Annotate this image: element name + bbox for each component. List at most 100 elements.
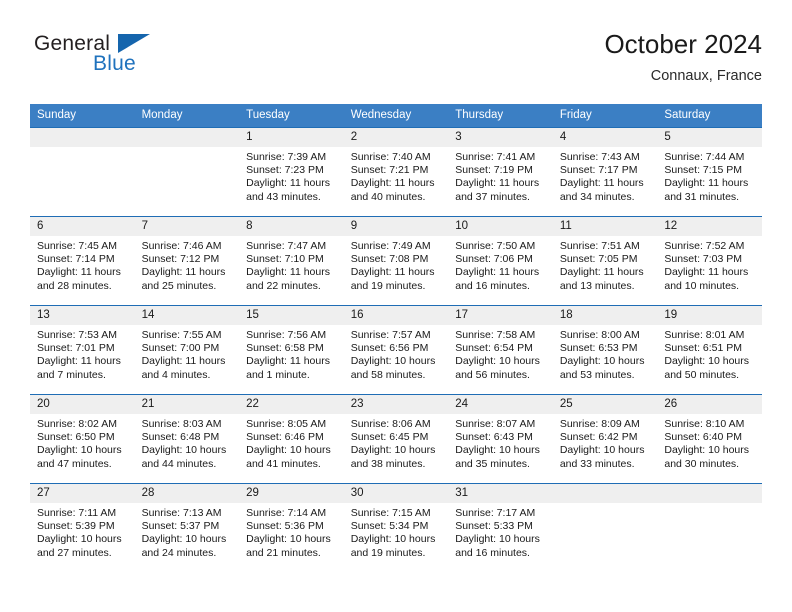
day-details: Sunrise: 8:03 AM Sunset: 6:48 PM Dayligh… xyxy=(135,414,240,471)
sunset-text: Sunset: 7:21 PM xyxy=(350,164,429,177)
day-number: 28 xyxy=(134,484,240,503)
day-details: Sunrise: 8:07 AM Sunset: 6:43 PM Dayligh… xyxy=(448,414,553,471)
day-cell[interactable]: 17 Sunrise: 7:58 AM Sunset: 6:54 PM Dayl… xyxy=(448,305,553,395)
day-cell[interactable]: 30 Sunrise: 7:15 AM Sunset: 5:34 PM Dayl… xyxy=(343,483,449,572)
day-cell[interactable]: 7 Sunrise: 7:46 AM Sunset: 7:12 PM Dayli… xyxy=(134,216,240,306)
daylight-text-line1: Daylight: 10 hours xyxy=(37,533,122,546)
sunrise-text: Sunrise: 7:50 AM xyxy=(455,240,536,252)
weekday-header-sunday: Sunday xyxy=(30,104,135,128)
sunset-text: Sunset: 7:19 PM xyxy=(455,164,533,177)
triangle-icon xyxy=(118,34,150,53)
day-cell[interactable]: 19 Sunrise: 8:01 AM Sunset: 6:51 PM Dayl… xyxy=(657,305,762,395)
day-number: 17 xyxy=(448,306,553,325)
sunset-text: Sunset: 7:17 PM xyxy=(559,164,638,177)
day-cell[interactable]: 31 Sunrise: 7:17 AM Sunset: 5:33 PM Dayl… xyxy=(448,483,553,572)
day-cell[interactable] xyxy=(657,483,762,572)
day-cell[interactable]: 24 Sunrise: 8:07 AM Sunset: 6:43 PM Dayl… xyxy=(448,394,553,484)
day-cell[interactable]: 13 Sunrise: 7:53 AM Sunset: 7:01 PM Dayl… xyxy=(30,305,135,395)
day-details xyxy=(657,503,762,507)
day-cell[interactable]: 3 Sunrise: 7:41 AM Sunset: 7:19 PM Dayli… xyxy=(448,127,553,217)
day-cell[interactable]: 14 Sunrise: 7:55 AM Sunset: 7:00 PM Dayl… xyxy=(134,305,240,395)
day-cell[interactable]: 9 Sunrise: 7:49 AM Sunset: 7:08 PM Dayli… xyxy=(343,216,449,306)
brand-name-blue: Blue xyxy=(93,52,136,75)
daylight-text-line1: Daylight: 10 hours xyxy=(455,355,540,368)
day-number: 4 xyxy=(552,128,658,147)
sunrise-text: Sunrise: 8:01 AM xyxy=(664,329,745,341)
day-number: 12 xyxy=(657,217,762,236)
day-cell[interactable]: 23 Sunrise: 8:06 AM Sunset: 6:45 PM Dayl… xyxy=(343,394,449,484)
day-cell[interactable]: 21 Sunrise: 8:03 AM Sunset: 6:48 PM Dayl… xyxy=(134,394,240,484)
daylight-text-line1: Daylight: 10 hours xyxy=(246,444,331,457)
day-cell[interactable]: 20 Sunrise: 8:02 AM Sunset: 6:50 PM Dayl… xyxy=(30,394,135,484)
daylight-text-line1: Daylight: 10 hours xyxy=(350,533,436,546)
day-number xyxy=(30,128,135,147)
day-details: Sunrise: 7:56 AM Sunset: 6:58 PM Dayligh… xyxy=(239,325,344,382)
sunset-text: Sunset: 5:33 PM xyxy=(455,520,533,533)
day-cell[interactable]: 6 Sunrise: 7:45 AM Sunset: 7:14 PM Dayli… xyxy=(30,216,135,306)
day-number: 2 xyxy=(343,128,449,147)
sunset-text: Sunset: 7:08 PM xyxy=(350,253,429,266)
day-cell[interactable]: 11 Sunrise: 7:51 AM Sunset: 7:05 PM Dayl… xyxy=(552,216,658,306)
day-cell[interactable]: 28 Sunrise: 7:13 AM Sunset: 5:37 PM Dayl… xyxy=(134,483,240,572)
daylight-text-line2: and 21 minutes. xyxy=(246,546,321,559)
day-cell[interactable]: 27 Sunrise: 7:11 AM Sunset: 5:39 PM Dayl… xyxy=(30,483,135,572)
sunset-text: Sunset: 6:48 PM xyxy=(141,431,220,444)
day-cell[interactable]: 15 Sunrise: 7:56 AM Sunset: 6:58 PM Dayl… xyxy=(239,305,344,395)
day-cell[interactable]: 25 Sunrise: 8:09 AM Sunset: 6:42 PM Dayl… xyxy=(552,394,658,484)
daylight-text-line2: and 1 minute. xyxy=(246,368,310,381)
day-cell[interactable]: 4 Sunrise: 7:43 AM Sunset: 7:17 PM Dayli… xyxy=(552,127,658,217)
sunrise-text: Sunrise: 7:14 AM xyxy=(246,507,327,519)
sunset-text: Sunset: 6:51 PM xyxy=(664,342,743,355)
day-details: Sunrise: 7:15 AM Sunset: 5:34 PM Dayligh… xyxy=(344,503,449,560)
day-details: Sunrise: 7:14 AM Sunset: 5:36 PM Dayligh… xyxy=(239,503,344,560)
daylight-text-line1: Daylight: 11 hours xyxy=(664,177,749,190)
day-cell[interactable]: 29 Sunrise: 7:14 AM Sunset: 5:36 PM Dayl… xyxy=(239,483,344,572)
day-number: 29 xyxy=(239,484,344,503)
sunrise-text: Sunrise: 7:11 AM xyxy=(37,507,117,519)
sunset-text: Sunset: 6:58 PM xyxy=(246,342,324,355)
day-cell[interactable]: 2 Sunrise: 7:40 AM Sunset: 7:21 PM Dayli… xyxy=(343,127,449,217)
day-details: Sunrise: 7:55 AM Sunset: 7:00 PM Dayligh… xyxy=(135,325,240,382)
day-number: 10 xyxy=(448,217,553,236)
sunset-text: Sunset: 7:23 PM xyxy=(246,164,324,177)
day-details: Sunrise: 7:50 AM Sunset: 7:06 PM Dayligh… xyxy=(448,236,553,293)
day-details: Sunrise: 7:17 AM Sunset: 5:33 PM Dayligh… xyxy=(448,503,553,560)
day-number: 7 xyxy=(134,217,240,236)
day-cell[interactable]: 12 Sunrise: 7:52 AM Sunset: 7:03 PM Dayl… xyxy=(657,216,762,306)
daylight-text-line1: Daylight: 10 hours xyxy=(141,444,227,457)
day-cell[interactable]: 22 Sunrise: 8:05 AM Sunset: 6:46 PM Dayl… xyxy=(239,394,344,484)
daylight-text-line2: and 22 minutes. xyxy=(246,279,321,292)
sunrise-text: Sunrise: 8:10 AM xyxy=(664,418,745,430)
sunrise-text: Sunrise: 8:09 AM xyxy=(559,418,640,430)
calendar-body: 1 Sunrise: 7:39 AM Sunset: 7:23 PM Dayli… xyxy=(30,127,762,572)
daylight-text-line2: and 19 minutes. xyxy=(350,546,426,559)
day-number: 6 xyxy=(30,217,135,236)
daylight-text-line1: Daylight: 10 hours xyxy=(559,355,645,368)
day-cell[interactable]: 18 Sunrise: 8:00 AM Sunset: 6:53 PM Dayl… xyxy=(552,305,658,395)
daylight-text-line2: and 40 minutes. xyxy=(350,190,426,203)
day-cell[interactable]: 5 Sunrise: 7:44 AM Sunset: 7:15 PM Dayli… xyxy=(657,127,762,217)
day-cell[interactable] xyxy=(552,483,658,572)
day-cell[interactable]: 16 Sunrise: 7:57 AM Sunset: 6:56 PM Dayl… xyxy=(343,305,449,395)
day-cell[interactable]: 10 Sunrise: 7:50 AM Sunset: 7:06 PM Dayl… xyxy=(448,216,553,306)
day-details: Sunrise: 7:52 AM Sunset: 7:03 PM Dayligh… xyxy=(657,236,762,293)
day-cell[interactable] xyxy=(134,127,240,217)
day-details: Sunrise: 8:05 AM Sunset: 6:46 PM Dayligh… xyxy=(239,414,344,471)
sunset-text: Sunset: 7:03 PM xyxy=(664,253,743,266)
daylight-text-line2: and 16 minutes. xyxy=(455,279,530,292)
day-details: Sunrise: 7:44 AM Sunset: 7:15 PM Dayligh… xyxy=(657,147,762,204)
sunset-text: Sunset: 7:01 PM xyxy=(37,342,115,355)
daylight-text-line2: and 28 minutes. xyxy=(37,279,112,292)
day-details xyxy=(30,147,135,151)
calendar-page: General Blue October 2024 Connaux, Franc… xyxy=(0,0,792,612)
sunset-text: Sunset: 7:06 PM xyxy=(455,253,533,266)
daylight-text-line2: and 37 minutes. xyxy=(455,190,530,203)
day-number xyxy=(657,484,762,503)
day-cell[interactable]: 8 Sunrise: 7:47 AM Sunset: 7:10 PM Dayli… xyxy=(239,216,344,306)
daylight-text-line2: and 19 minutes. xyxy=(350,279,426,292)
day-cell[interactable]: 1 Sunrise: 7:39 AM Sunset: 7:23 PM Dayli… xyxy=(239,127,344,217)
daylight-text-line2: and 50 minutes. xyxy=(664,368,740,381)
day-cell[interactable] xyxy=(30,127,135,217)
day-cell[interactable]: 26 Sunrise: 8:10 AM Sunset: 6:40 PM Dayl… xyxy=(657,394,762,484)
daylight-text-line2: and 13 minutes. xyxy=(559,279,635,292)
